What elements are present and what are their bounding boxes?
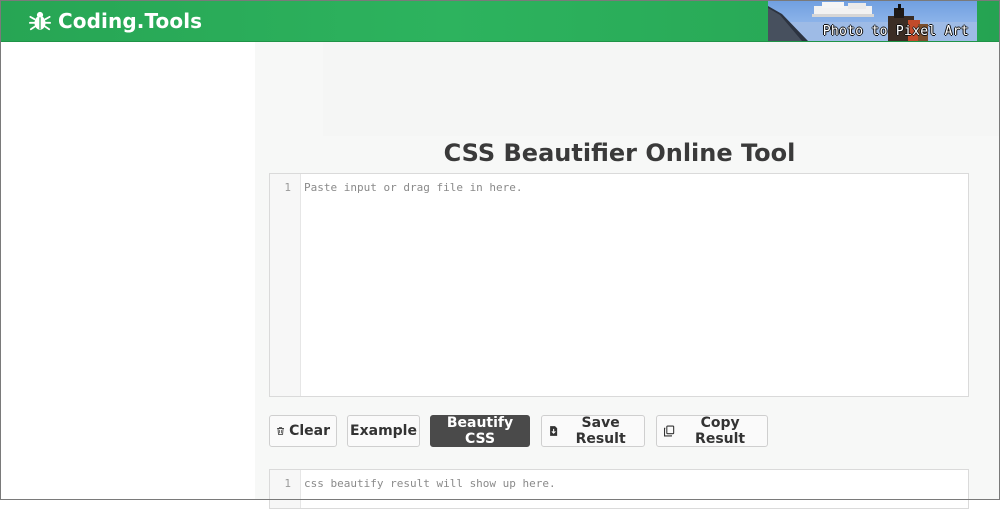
site-logo[interactable]: Coding.Tools (29, 7, 202, 35)
input-placeholder: Paste input or drag file in here. (304, 181, 523, 194)
beautify-css-button[interactable]: Beautify CSS (430, 415, 530, 447)
output-placeholder: css beautify result will show up here. (304, 477, 556, 490)
example-button[interactable]: Example (347, 415, 420, 447)
input-editor[interactable]: 1 Paste input or drag file in here. (269, 173, 969, 397)
trash-icon (277, 427, 284, 435)
line-number: 1 (284, 477, 291, 490)
page-title: CSS Beautifier Online Tool (443, 139, 796, 167)
ad-placeholder (323, 42, 1000, 136)
file-download-icon (550, 426, 558, 436)
input-editor-gutter: 1 (270, 174, 301, 396)
logo-text: Coding.Tools (58, 9, 203, 33)
line-number: 1 (284, 181, 291, 194)
save-result-button[interactable]: Save Result (541, 415, 645, 447)
site-header: Coding.Tools Photo to Pixel Art (0, 0, 1000, 42)
copy-icon (663, 425, 675, 437)
output-editor[interactable]: 1 css beautify result will show up here. (269, 469, 969, 509)
output-editor-gutter: 1 (270, 470, 301, 508)
beautify-label: Beautify CSS (446, 415, 514, 447)
clear-label: Clear (289, 423, 330, 439)
banner-text: Photo to Pixel Art (822, 24, 969, 39)
copy-label: Copy Result (695, 415, 746, 447)
clear-button[interactable]: Clear (269, 415, 337, 447)
copy-result-button[interactable]: Copy Result (656, 415, 768, 447)
example-label: Example (350, 423, 417, 439)
promo-banner[interactable]: Photo to Pixel Art (768, 0, 977, 41)
bug-icon (29, 11, 51, 31)
save-label: Save Result (575, 415, 626, 447)
